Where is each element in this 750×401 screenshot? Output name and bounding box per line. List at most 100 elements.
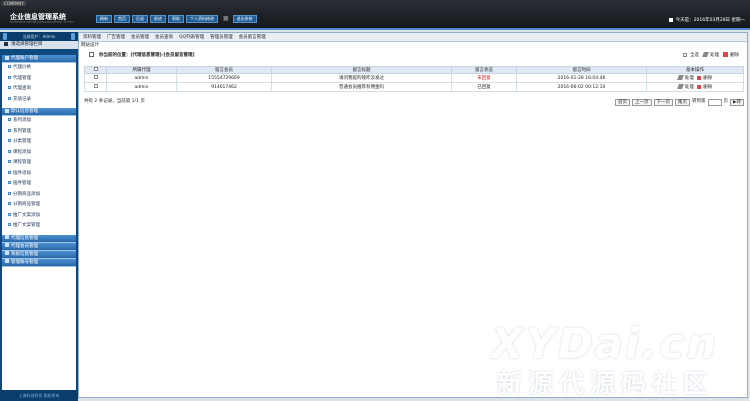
cell-member: 914617462 (176, 82, 272, 92)
header-agent: 所属代理 (106, 66, 177, 74)
breadcrumb: 你当前的位置： [代理信息管理]-[会员留言管理] (79, 49, 747, 60)
group-icon (5, 251, 9, 255)
last-page-button[interactable]: 尾页 (675, 98, 691, 106)
sidebar-item-course-manage[interactable]: 课程管理 (2, 158, 76, 169)
sidebar-item-agent-manage[interactable]: 代理管理 (2, 74, 76, 85)
item-icon (8, 118, 11, 121)
profile-edit-button[interactable]: 个人资料修改 (186, 15, 218, 23)
page-number-input[interactable] (707, 98, 722, 106)
sidebar-item-promo-manage[interactable]: 推广文案管理 (2, 221, 76, 232)
first-page-button[interactable]: 首页 (615, 98, 631, 106)
select-all-checkbox[interactable] (683, 52, 687, 57)
row-process-link[interactable]: 处理 (676, 84, 694, 90)
item-icon (8, 212, 11, 216)
edit-icon (676, 75, 684, 80)
tab-qq-list[interactable]: QQ列表管理 (177, 33, 206, 41)
row-checkbox-cell (84, 82, 107, 92)
cell-status: 未回复 (451, 73, 517, 83)
sidebar-item-plugin-manage[interactable]: 插件管理 (2, 179, 76, 190)
process-action[interactable]: 处理 (702, 52, 719, 58)
logout-button[interactable]: 退出系统 (232, 15, 257, 23)
row-delete-link[interactable]: 删除 (697, 84, 713, 90)
tab-member-query[interactable]: 会员查询 (153, 33, 175, 41)
location-path: [代理信息管理]-[会员留言管理] (130, 52, 195, 58)
sidebar-item-distribution-manage[interactable]: 分销商品管理 (2, 200, 76, 211)
tab-data-manage[interactable]: 资料管理 (81, 33, 103, 41)
sidebar-item-promo-add[interactable]: 推广文案添加 (2, 211, 76, 222)
delete-action[interactable]: 删除 (723, 52, 739, 58)
select-all-action[interactable]: 全选 (683, 52, 699, 58)
row-delete-label: 删除 (703, 76, 713, 81)
refresh-button[interactable]: 刷新 (96, 15, 112, 23)
tab-member-messages[interactable]: 会员留言管理 (237, 33, 268, 41)
next-page-button[interactable]: 下一页 (653, 98, 674, 106)
go-button[interactable]: ▶转 (730, 98, 744, 106)
header-title: 留言标题 (271, 66, 452, 74)
item-label: 推广文案管理 (13, 223, 40, 228)
help-button[interactable]: 帮助 (168, 15, 184, 23)
sidebar-item-category-manage[interactable]: 分类管理 (2, 137, 76, 148)
select-column-label: 请选择管理栏目 (0, 41, 78, 49)
header-status: 留言状态 (451, 66, 517, 74)
row-process-link[interactable]: 处理 (676, 75, 694, 81)
table-header-row: 所属代理 留言会员 留言标题 留言状态 留言时间 基本操作 (84, 66, 744, 74)
company-tag: COMPANY (2, 1, 26, 6)
row-checkbox[interactable] (93, 84, 98, 89)
sidebar-item-series-manage[interactable]: 系列管理 (2, 127, 76, 138)
row-delete-link[interactable]: 删除 (697, 75, 713, 81)
item-icon (8, 202, 11, 205)
header-member: 留言会员 (176, 66, 272, 74)
sidebar-item-agent-query[interactable]: 代理查询 (2, 84, 76, 95)
sidebar-item-plugin-add[interactable]: 插件添加 (2, 169, 76, 180)
menu-group-agent-members[interactable]: 代理会员管理 (2, 242, 76, 251)
header-checkbox[interactable] (93, 67, 98, 72)
row-checkbox[interactable] (93, 75, 98, 80)
item-label: 分销商品添加 (13, 191, 40, 197)
header-operations: 基本操作 (646, 66, 744, 74)
location-label: 你当前的位置： (99, 52, 131, 58)
item-icon (8, 160, 11, 163)
back-button[interactable]: 后退 (132, 15, 148, 23)
edit-icon (702, 52, 709, 57)
sidebar-menu: 代理账户管理 代理价格 代理管理 代理查询 充值记录 默认信息管理 系列添加 系… (2, 55, 76, 391)
menu-group-agent-accounts[interactable]: 代理账户管理 (2, 55, 76, 63)
pin-left-icon (3, 33, 7, 40)
main-panel: 资料管理 广告管理 会员管理 会员查询 QQ列表管理 管理员管理 会员留言管理 … (78, 32, 748, 398)
sidebar-item-course-add[interactable]: 课程添加 (2, 148, 76, 159)
group-label: 系统信息管理 (11, 251, 38, 257)
tab-member-manage[interactable]: 会员管理 (129, 33, 151, 41)
sidebar-item-series-add[interactable]: 系列添加 (2, 116, 76, 127)
item-icon (8, 170, 11, 174)
sidebar-item-distribution-add[interactable]: 分销商品添加 (2, 190, 76, 201)
top-tabs: 资料管理 广告管理 会员管理 会员查询 QQ列表管理 管理员管理 会员留言管理 (79, 33, 747, 42)
date-display: 今天是：2016年03月28日 星期一 (668, 17, 745, 23)
tab-ad-manage[interactable]: 广告管理 (105, 33, 127, 41)
tab-admin-manage[interactable]: 管理员管理 (208, 33, 235, 41)
sidebar: 当前用户：Admin 请选择管理栏目 代理账户管理 代理价格 代理管理 代理查询… (0, 32, 78, 401)
goto-label: 转到第 (692, 99, 706, 104)
item-label: 课程添加 (13, 149, 31, 155)
menu-group-agent-info[interactable]: 代理信息管理 (2, 234, 76, 243)
forward-button[interactable]: 前进 (150, 15, 166, 23)
group-label: 代理会员管理 (11, 243, 38, 249)
group-icon (5, 108, 9, 113)
sidebar-item-recharge-records[interactable]: 充值记录 (2, 95, 76, 106)
toolbar-actions: 全选 处理 删除 (683, 52, 739, 58)
sidebar-item-agent-price[interactable]: 代理价格 (2, 63, 76, 74)
menu-group-system-info[interactable]: 系统信息管理 (2, 250, 76, 259)
cell-title: 普通会员推荐有佣金吗 (271, 82, 452, 92)
item-icon (8, 223, 11, 226)
row-delete-label: 删除 (703, 85, 713, 90)
record-summary: 共有 2 条记录，当前第 1/1 页 (84, 99, 145, 104)
group-label: 默认信息管理 (11, 109, 38, 114)
prev-page-button[interactable]: 上一页 (632, 98, 652, 106)
delete-label: 删除 (730, 53, 739, 58)
menu-group-admin-accounts[interactable]: 管理账号管理 (2, 258, 76, 267)
home-button[interactable]: 首页 (114, 15, 130, 23)
edit-icon (676, 84, 684, 89)
location-icon (89, 52, 94, 57)
item-label: 推广文案添加 (13, 212, 40, 218)
messages-table: 所属代理 留言会员 留言标题 留言状态 留言时间 基本操作 admin 1555… (84, 66, 744, 92)
menu-group-default-info[interactable]: 默认信息管理 (2, 108, 76, 116)
cell-time: 2016-01-28 16:04:46 (516, 73, 647, 83)
